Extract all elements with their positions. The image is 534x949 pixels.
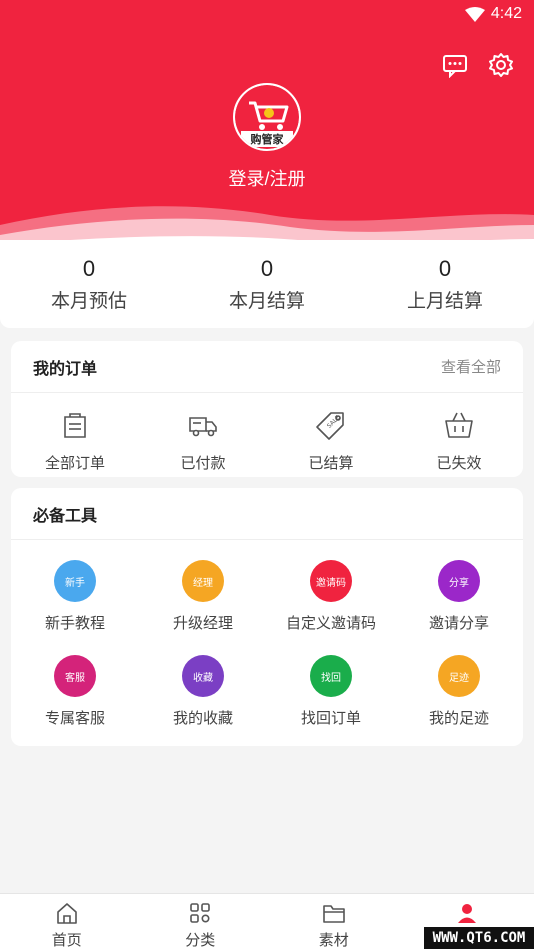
profile-icon — [458, 904, 477, 923]
orders-card-header: 我的订单 查看全部 — [11, 341, 523, 393]
status-bar: 4:42 — [0, 0, 534, 30]
invite-code-icon: 邀请码 — [310, 560, 352, 602]
order-item-label: 全部订单 — [44, 455, 105, 472]
favorites-icon: 收藏 — [182, 655, 224, 697]
tool-recover-order[interactable]: 找回 找回订单 — [267, 655, 395, 750]
tool-custom-invite-code[interactable]: 邀请码 自定义邀请码 — [267, 560, 395, 655]
tool-label: 我的足迹 — [428, 710, 489, 727]
message-icon[interactable] — [442, 52, 468, 78]
order-item-label: 已失效 — [436, 455, 482, 472]
tools-grid: 新手 新手教程 经理 升级经理 邀请码 自定义邀请码 分享 邀请分享 客服 专属… — [11, 540, 523, 750]
folder-icon — [322, 905, 345, 923]
stat-value: 0 — [82, 256, 96, 281]
tools-card-header: 必备工具 — [11, 488, 523, 540]
tab-home[interactable]: 首页 — [0, 894, 134, 949]
tools-title: 必备工具 — [33, 507, 98, 525]
tool-label: 自定义邀请码 — [285, 615, 376, 632]
tool-label: 找回订单 — [300, 710, 361, 727]
grid-icon — [190, 903, 211, 923]
tool-label: 邀请分享 — [428, 615, 489, 632]
tools-card: 必备工具 新手 新手教程 经理 升级经理 邀请码 自定义邀请码 分享 邀请分享 … — [11, 488, 523, 746]
stat-label: 本月预估 — [50, 291, 127, 312]
order-all-button[interactable]: 全部订单 — [11, 409, 139, 473]
stat-label: 上月结算 — [406, 291, 483, 312]
tool-invite-share[interactable]: 分享 邀请分享 — [395, 560, 523, 655]
tag-icon: SALE — [316, 412, 344, 440]
stat-value: 0 — [260, 256, 274, 281]
order-invalid-button[interactable]: 已失效 — [395, 409, 523, 473]
site-watermark: WWW.QT6.COM — [424, 927, 534, 949]
tool-customer-service[interactable]: 客服 专属客服 — [11, 655, 139, 750]
tab-category[interactable]: 分类 — [134, 894, 268, 949]
recover-order-icon: 找回 — [310, 655, 352, 697]
order-paid-button[interactable]: 已付款 — [139, 409, 267, 473]
tutorial-icon: 新手 — [54, 560, 96, 602]
tool-upgrade-manager[interactable]: 经理 升级经理 — [139, 560, 267, 655]
stat-this-month-settled[interactable]: 0 本月结算 — [178, 240, 356, 328]
stat-last-month-settled[interactable]: 0 上月结算 — [356, 240, 534, 328]
avatar[interactable]: 购管家 — [233, 83, 301, 151]
basket-icon — [445, 412, 473, 438]
tab-label: 素材 — [318, 932, 349, 949]
svg-text:购管家: 购管家 — [251, 132, 285, 146]
tool-favorites[interactable]: 收藏 我的收藏 — [139, 655, 267, 750]
stat-label: 本月结算 — [228, 291, 305, 312]
tab-label: 首页 — [51, 932, 82, 949]
home-icon — [56, 903, 77, 924]
my-orders-card: 我的订单 查看全部 全部订单 已付款 SALE 已结算 已失效 — [11, 341, 523, 477]
order-item-label: 已付款 — [180, 455, 226, 472]
stat-value: 0 — [438, 256, 452, 281]
tool-label: 专属客服 — [44, 710, 105, 727]
login-register-link[interactable]: 登录/注册 — [0, 165, 534, 191]
order-settled-button[interactable]: SALE 已结算 — [267, 409, 395, 473]
order-list-icon — [64, 413, 86, 438]
truck-icon — [189, 417, 217, 437]
view-all-orders-link[interactable]: 查看全部 — [441, 356, 501, 377]
order-status-row: 全部订单 已付款 SALE 已结算 已失效 — [11, 393, 523, 473]
tool-label: 升级经理 — [172, 615, 233, 632]
manager-icon: 经理 — [182, 560, 224, 602]
stat-this-month-estimate[interactable]: 0 本月预估 — [0, 240, 178, 328]
share-icon: 分享 — [438, 560, 480, 602]
customer-service-icon: 客服 — [54, 655, 96, 697]
footprints-icon: 足迹 — [438, 655, 480, 697]
order-item-label: 已结算 — [308, 455, 354, 472]
tab-label: 分类 — [185, 932, 216, 949]
orders-title: 我的订单 — [33, 360, 98, 378]
app-logo: 购管家 — [235, 85, 299, 149]
earnings-stats: 0 本月预估 0 本月结算 0 上月结算 — [0, 240, 534, 328]
tool-footprints[interactable]: 足迹 我的足迹 — [395, 655, 523, 750]
tool-tutorial[interactable]: 新手 新手教程 — [11, 560, 139, 655]
status-time: 4:42 — [490, 5, 522, 22]
header-actions — [442, 52, 514, 78]
wifi-icon — [465, 7, 485, 22]
tab-materials[interactable]: 素材 — [267, 894, 401, 949]
tool-label: 新手教程 — [44, 615, 105, 632]
tool-label: 我的收藏 — [172, 710, 233, 727]
gear-icon[interactable] — [488, 52, 514, 78]
